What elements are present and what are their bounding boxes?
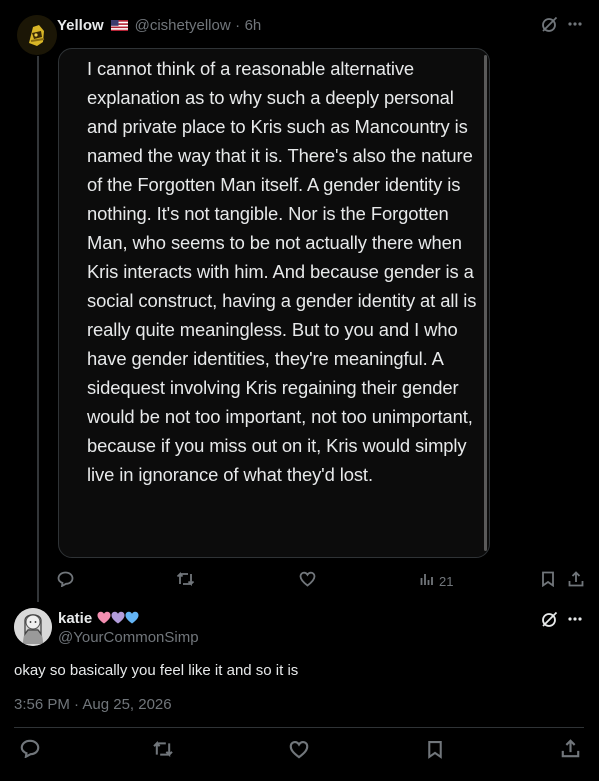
share-icon[interactable] bbox=[568, 571, 584, 592]
reply-icon-2[interactable] bbox=[20, 739, 40, 763]
like-icon[interactable] bbox=[299, 571, 316, 592]
reply-display-name[interactable]: katie bbox=[58, 610, 92, 627]
time-ago[interactable]: 6h bbox=[245, 17, 262, 34]
views-count[interactable]: 21 bbox=[439, 574, 453, 589]
views-icon[interactable] bbox=[420, 573, 434, 591]
more-icon-reply[interactable] bbox=[567, 610, 583, 633]
share-icon-2[interactable] bbox=[561, 739, 580, 763]
bookmark-icon-2[interactable] bbox=[427, 740, 443, 764]
reply-icon[interactable] bbox=[57, 571, 74, 592]
avatar-image bbox=[17, 15, 57, 55]
separator-dot: · bbox=[235, 17, 241, 34]
flag-emoji bbox=[111, 18, 129, 31]
retweet-icon-2[interactable] bbox=[152, 740, 174, 763]
reply-body-text: okay so basically you feel like it and s… bbox=[14, 662, 299, 679]
post-header: Yellow @cishetyellow · 6h bbox=[57, 17, 261, 35]
retweet-icon[interactable] bbox=[176, 571, 195, 592]
more-icon[interactable] bbox=[567, 15, 583, 38]
like-icon-2[interactable] bbox=[289, 740, 309, 764]
text-card: I cannot think of a reasonable alternati… bbox=[58, 48, 490, 558]
thread-line bbox=[37, 56, 39, 602]
display-name[interactable]: Yellow bbox=[57, 17, 104, 34]
card-scrollbar[interactable] bbox=[484, 55, 487, 551]
avatar[interactable] bbox=[17, 15, 57, 55]
handle[interactable]: @cishetyellow bbox=[135, 17, 231, 34]
reply-handle[interactable]: @YourCommonSimp bbox=[58, 629, 199, 646]
reply-timestamp[interactable]: 3:56 PM · Aug 25, 2026 bbox=[14, 696, 172, 713]
heart-emoji-0 bbox=[97, 611, 111, 624]
heart-emoji-1 bbox=[111, 611, 125, 624]
reply-avatar[interactable] bbox=[14, 608, 52, 646]
grok-icon[interactable] bbox=[540, 16, 558, 39]
heart-emoji-2 bbox=[125, 611, 139, 624]
divider bbox=[14, 727, 584, 728]
reply-avatar-image bbox=[14, 608, 52, 646]
heart-emojis bbox=[97, 610, 139, 627]
bookmark-icon[interactable] bbox=[541, 571, 555, 592]
post-body-text: I cannot think of a reasonable alternati… bbox=[87, 58, 477, 485]
reply-name-row: katie bbox=[58, 610, 139, 628]
grok-icon-reply[interactable] bbox=[540, 611, 558, 634]
